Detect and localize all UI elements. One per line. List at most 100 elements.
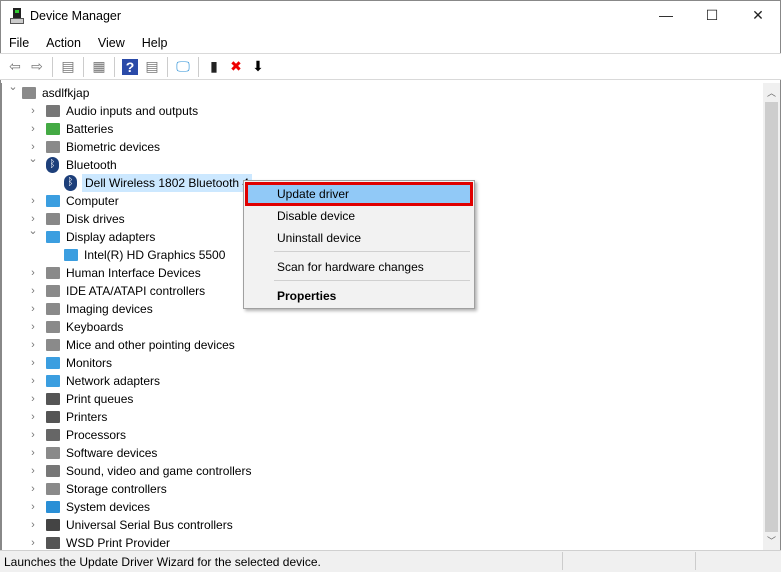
help-icon-glyph: ?	[121, 58, 139, 75]
tree-item[interactable]: › Keyboards	[2, 318, 762, 336]
expand-chevron-icon[interactable]: ›	[28, 123, 38, 135]
expand-chevron-icon[interactable]: ›	[28, 411, 38, 423]
expand-chevron-icon[interactable]: ›	[28, 447, 38, 459]
tree-item[interactable]: › System devices	[2, 498, 762, 516]
back-arrow-icon[interactable]: ⇦	[4, 56, 26, 78]
show-action-pane-icon[interactable]: ▤	[141, 56, 163, 78]
uninstall-icon[interactable]: ✖	[225, 56, 247, 78]
system-device-icon	[46, 501, 60, 513]
expand-chevron-icon[interactable]: ›	[28, 285, 38, 297]
expand-chevron-icon[interactable]: ›	[28, 465, 38, 477]
expand-chevron-icon[interactable]: ›	[28, 375, 38, 387]
tree-item-label: Dell Wireless 1802 Bluetooth 4	[82, 174, 253, 192]
uninstall-icon-glyph: ✖	[230, 58, 242, 74]
menu-item-disable-device[interactable]: Disable device	[246, 205, 472, 227]
expand-chevron-icon[interactable]: ›	[28, 303, 38, 315]
close-button[interactable]: ✕	[735, 0, 781, 30]
disable-download-icon[interactable]: ⬇	[247, 56, 269, 78]
toolbar: ⇦ ⇨ ▤ ▦? ▤ 🖵 ▮ ✖ ⬇	[0, 53, 781, 80]
menu-file[interactable]: File	[0, 36, 37, 50]
tree-item-label: Universal Serial Bus controllers	[66, 518, 233, 532]
vertical-scrollbar[interactable]: ︿ ﹀	[763, 83, 780, 550]
expand-chevron-icon[interactable]: ›	[28, 321, 38, 333]
menu-item-properties[interactable]: Properties	[246, 285, 472, 307]
expand-chevron-icon[interactable]: ›	[28, 357, 38, 369]
network-adapter-icon	[46, 375, 60, 387]
expand-chevron-icon[interactable]: ›	[28, 339, 38, 351]
printer-icon	[46, 537, 60, 549]
help-icon[interactable]: ?	[119, 56, 141, 78]
tree-root[interactable]: ⌄ asdlfkjap	[2, 83, 762, 102]
tree-item-label: Display adapters	[66, 230, 156, 244]
expand-chevron-icon[interactable]: ›	[28, 393, 38, 405]
show-hide-console-tree-icon[interactable]: ▤	[57, 56, 79, 78]
disk-drive-icon	[46, 213, 60, 225]
hid-icon	[46, 267, 60, 279]
tree-item[interactable]: › Batteries	[2, 120, 762, 138]
tree-item-label: Sound, video and game controllers	[66, 464, 252, 478]
tree-item-label: Processors	[66, 428, 127, 442]
tree-item[interactable]: › Software devices	[2, 444, 762, 462]
device-tree: ⌄ asdlfkjap › Audio inputs and outputs › Batt…	[1, 83, 763, 550]
expand-chevron-icon[interactable]: ›	[28, 537, 38, 549]
forward-arrow-icon-glyph: ⇨	[31, 58, 43, 74]
tree-item-label: System devices	[66, 500, 151, 514]
tree-item[interactable]: › Printers	[2, 408, 762, 426]
tree-item[interactable]: › Mice and other pointing devices	[2, 336, 762, 354]
tree-item-label: Software devices	[66, 446, 158, 460]
menu-help[interactable]: Help	[133, 36, 176, 50]
forward-arrow-icon[interactable]: ⇨	[26, 56, 48, 78]
menu-action[interactable]: Action	[37, 36, 89, 50]
tree-item[interactable]: › Network adapters	[2, 372, 762, 390]
menu-item-scan-for-hardware-changes[interactable]: Scan for hardware changes	[246, 256, 472, 278]
toolbar-separator	[83, 56, 84, 77]
tree-item[interactable]: › WSD Print Provider	[2, 534, 762, 550]
expand-chevron-icon[interactable]: ›	[28, 267, 38, 279]
tree-item-label: Print queues	[66, 392, 134, 406]
tree-item[interactable]: › Print queues	[2, 390, 762, 408]
update-driver-icon[interactable]: ▮	[203, 56, 225, 78]
tree-item[interactable]: › Monitors	[2, 354, 762, 372]
software-device-icon	[46, 447, 60, 459]
back-arrow-icon-glyph: ⇦	[9, 58, 21, 74]
properties-icon[interactable]: ▦	[88, 56, 110, 78]
expand-chevron-icon[interactable]: ›	[28, 195, 38, 207]
menu-item-uninstall-device[interactable]: Uninstall device	[246, 227, 472, 249]
mouse-icon	[46, 339, 60, 351]
minimize-button[interactable]: —	[643, 0, 689, 30]
fingerprint-icon	[46, 141, 60, 153]
scan-hardware-icon[interactable]: 🖵	[172, 56, 194, 78]
menu-item-update-driver[interactable]: Update driver	[245, 182, 473, 206]
tree-item[interactable]: ⌄ ᛒ Bluetooth	[2, 153, 762, 174]
properties-icon-glyph: ▦	[92, 58, 106, 74]
scroll-up-icon[interactable]: ︿	[763, 86, 780, 99]
expand-chevron-icon[interactable]: ›	[28, 483, 38, 495]
expand-chevron-icon[interactable]: ›	[28, 501, 38, 513]
tree-item-label: IDE ATA/ATAPI controllers	[66, 284, 206, 298]
expand-chevron-icon[interactable]: ›	[28, 519, 38, 531]
maximize-button[interactable]: ☐	[689, 0, 735, 30]
tree-item[interactable]: › Universal Serial Bus controllers	[2, 516, 762, 534]
tree-item[interactable]: › Sound, video and game controllers	[2, 462, 762, 480]
collapse-chevron-icon[interactable]: ⌄	[8, 83, 18, 93]
collapse-chevron-icon[interactable]: ⌄	[28, 152, 38, 165]
monitor-icon	[46, 357, 60, 369]
expand-chevron-icon[interactable]: ›	[28, 429, 38, 441]
tree-item[interactable]: › Audio inputs and outputs	[2, 102, 762, 120]
speaker-icon	[46, 105, 60, 117]
toolbar-separator	[52, 56, 53, 77]
toolbar-separator	[167, 56, 168, 77]
expand-chevron-icon[interactable]: ›	[28, 105, 38, 117]
tree-item[interactable]: › Storage controllers	[2, 480, 762, 498]
scroll-down-icon[interactable]: ﹀	[763, 534, 780, 547]
tree-item-label: Bluetooth	[66, 158, 117, 172]
scrollbar-thumb[interactable]	[765, 102, 778, 532]
collapse-chevron-icon[interactable]: ⌄	[28, 224, 38, 237]
tree-item[interactable]: › Processors	[2, 426, 762, 444]
menu-view[interactable]: View	[89, 36, 133, 50]
tree-item[interactable]: › Biometric devices	[2, 138, 762, 156]
printer-icon	[46, 393, 60, 405]
monitor-icon	[46, 195, 60, 207]
tree-item-label: Disk drives	[66, 212, 125, 226]
menu-bar: File Action View Help	[0, 32, 176, 53]
